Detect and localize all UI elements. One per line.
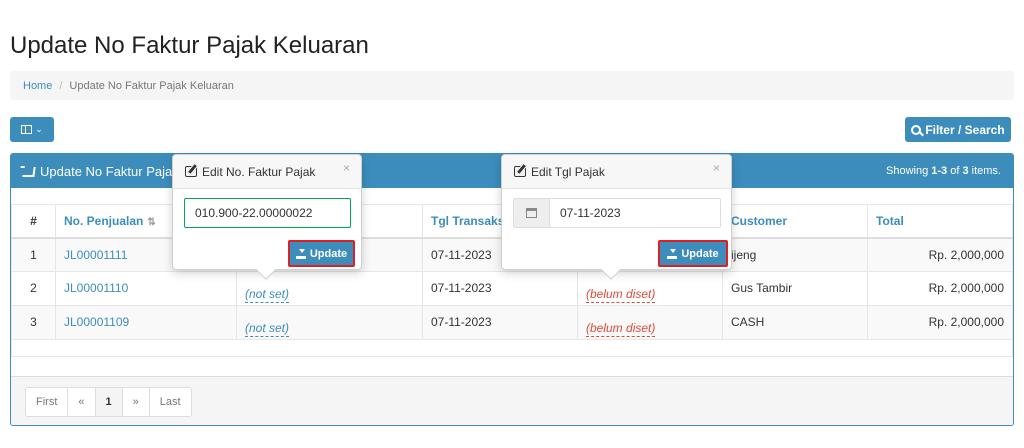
popover-header: Edit Tgl Pajak bbox=[502, 155, 731, 189]
update-label: Update bbox=[309, 247, 348, 260]
calendar-icon bbox=[526, 208, 537, 218]
summary-prefix: Showing bbox=[886, 165, 932, 177]
cell-customer: CASH bbox=[722, 305, 868, 340]
cell-num: 3 bbox=[11, 305, 56, 340]
summary-of: of bbox=[947, 165, 963, 177]
filler-cell bbox=[11, 339, 1013, 357]
cell-total: Rp. 2,000,000 bbox=[867, 305, 1013, 340]
no-penjualan-link[interactable]: JL00001109 bbox=[64, 315, 129, 329]
chevron-down-icon: ⌄ bbox=[35, 124, 43, 134]
cell-tgl-transaksi: 07-11-2023 bbox=[422, 305, 578, 340]
pagination-first[interactable]: First bbox=[26, 388, 69, 416]
pagination-last[interactable]: Last bbox=[150, 388, 191, 416]
editable-no-faktur[interactable]: (not set) bbox=[245, 287, 290, 303]
cell-total: Rp. 2,000,000 bbox=[867, 237, 1013, 272]
pagination-next[interactable]: » bbox=[123, 388, 150, 416]
filter-search-label: Filter / Search bbox=[925, 122, 1005, 137]
breadcrumb-separator: / bbox=[59, 79, 63, 92]
summary-range: 1-3 bbox=[931, 165, 948, 177]
table-row: 2 JL00001110 (not set) 07-11-2023 (belum… bbox=[11, 271, 1013, 306]
col-header-no-penjualan-label: No. Penjualan bbox=[64, 213, 144, 228]
summary-suffix: items. bbox=[968, 165, 1001, 177]
cell-no-faktur: (not set) bbox=[236, 305, 423, 340]
panel-title-wrap: Update No Faktur Paja bbox=[22, 164, 173, 179]
breadcrumb: Home / Update No Faktur Pajak Keluaran bbox=[10, 71, 1014, 100]
breadcrumb-home-link[interactable]: Home bbox=[23, 80, 52, 92]
close-icon[interactable]: × bbox=[343, 161, 350, 175]
col-header-total[interactable]: Total bbox=[867, 204, 1013, 239]
cell-customer: Gus Tambir bbox=[722, 271, 868, 306]
grid-summary: Showing 1-3 of 3 items. bbox=[886, 165, 1001, 177]
panel-title: Update No Faktur Paja bbox=[40, 164, 173, 179]
popover-title: Edit Tgl Pajak bbox=[531, 164, 605, 179]
table-filler-row bbox=[11, 339, 1013, 357]
no-faktur-input[interactable] bbox=[184, 198, 351, 228]
popover-edit-tgl-pajak: Edit Tgl Pajak × Update bbox=[501, 154, 732, 280]
editable-tgl-pajak[interactable]: (belum diset) bbox=[586, 287, 656, 303]
breadcrumb-current: Update No Faktur Pajak Keluaran bbox=[69, 79, 234, 92]
no-penjualan-link[interactable]: JL00001110 bbox=[64, 281, 128, 295]
col-header-num: # bbox=[11, 204, 56, 239]
columns-toggle-button[interactable]: ⌄ bbox=[10, 117, 54, 142]
cell-tgl-pajak: (belum diset) bbox=[577, 271, 723, 306]
tgl-pajak-input[interactable] bbox=[550, 206, 650, 220]
cell-no-penjualan: JL00001109 bbox=[55, 305, 237, 340]
col-header-customer[interactable]: Customer bbox=[722, 204, 868, 239]
update-label: Update bbox=[681, 247, 719, 260]
editable-tgl-pajak[interactable]: (belum diset) bbox=[586, 321, 656, 337]
cart-icon bbox=[22, 166, 36, 177]
cell-no-penjualan: JL00001110 bbox=[55, 271, 237, 306]
edit-icon bbox=[185, 166, 197, 177]
cell-customer: ijeng bbox=[722, 237, 868, 272]
columns-icon bbox=[21, 125, 33, 134]
cell-total: Rp. 2,000,000 bbox=[867, 271, 1013, 306]
popover-header: Edit No. Faktur Pajak bbox=[173, 155, 361, 189]
edit-icon bbox=[514, 166, 526, 177]
popover-edit-no-faktur: Edit No. Faktur Pajak × Update bbox=[172, 154, 362, 280]
page-title: Update No Faktur Pajak Keluaran bbox=[10, 32, 369, 59]
pagination-page-1[interactable]: 1 bbox=[95, 388, 123, 416]
cell-tgl-pajak: (belum diset) bbox=[577, 305, 723, 340]
editable-no-faktur[interactable]: (not set) bbox=[245, 321, 290, 337]
update-no-faktur-button[interactable]: Update bbox=[288, 240, 355, 267]
cell-num: 1 bbox=[11, 237, 56, 272]
no-penjualan-link[interactable]: JL00001111 bbox=[64, 248, 127, 262]
tgl-pajak-field bbox=[513, 198, 721, 228]
popover-title: Edit No. Faktur Pajak bbox=[202, 164, 316, 179]
search-icon bbox=[911, 124, 922, 135]
upload-icon bbox=[667, 248, 678, 259]
cell-num: 2 bbox=[11, 271, 56, 306]
table-row: 3 JL00001109 (not set) 07-11-2023 (belum… bbox=[11, 305, 1013, 340]
panel-footer: First « 1 » Last bbox=[11, 376, 1013, 425]
close-icon[interactable]: × bbox=[713, 161, 720, 175]
cell-tgl-transaksi: 07-11-2023 bbox=[422, 271, 578, 306]
pagination-prev[interactable]: « bbox=[68, 388, 96, 416]
filter-search-button[interactable]: Filter / Search bbox=[905, 117, 1011, 142]
update-tgl-pajak-button[interactable]: Update bbox=[658, 240, 728, 267]
calendar-addon[interactable] bbox=[514, 199, 550, 227]
sort-icon: ⇅ bbox=[147, 216, 156, 228]
pagination: First « 1 » Last bbox=[25, 387, 192, 417]
upload-icon bbox=[295, 248, 306, 259]
